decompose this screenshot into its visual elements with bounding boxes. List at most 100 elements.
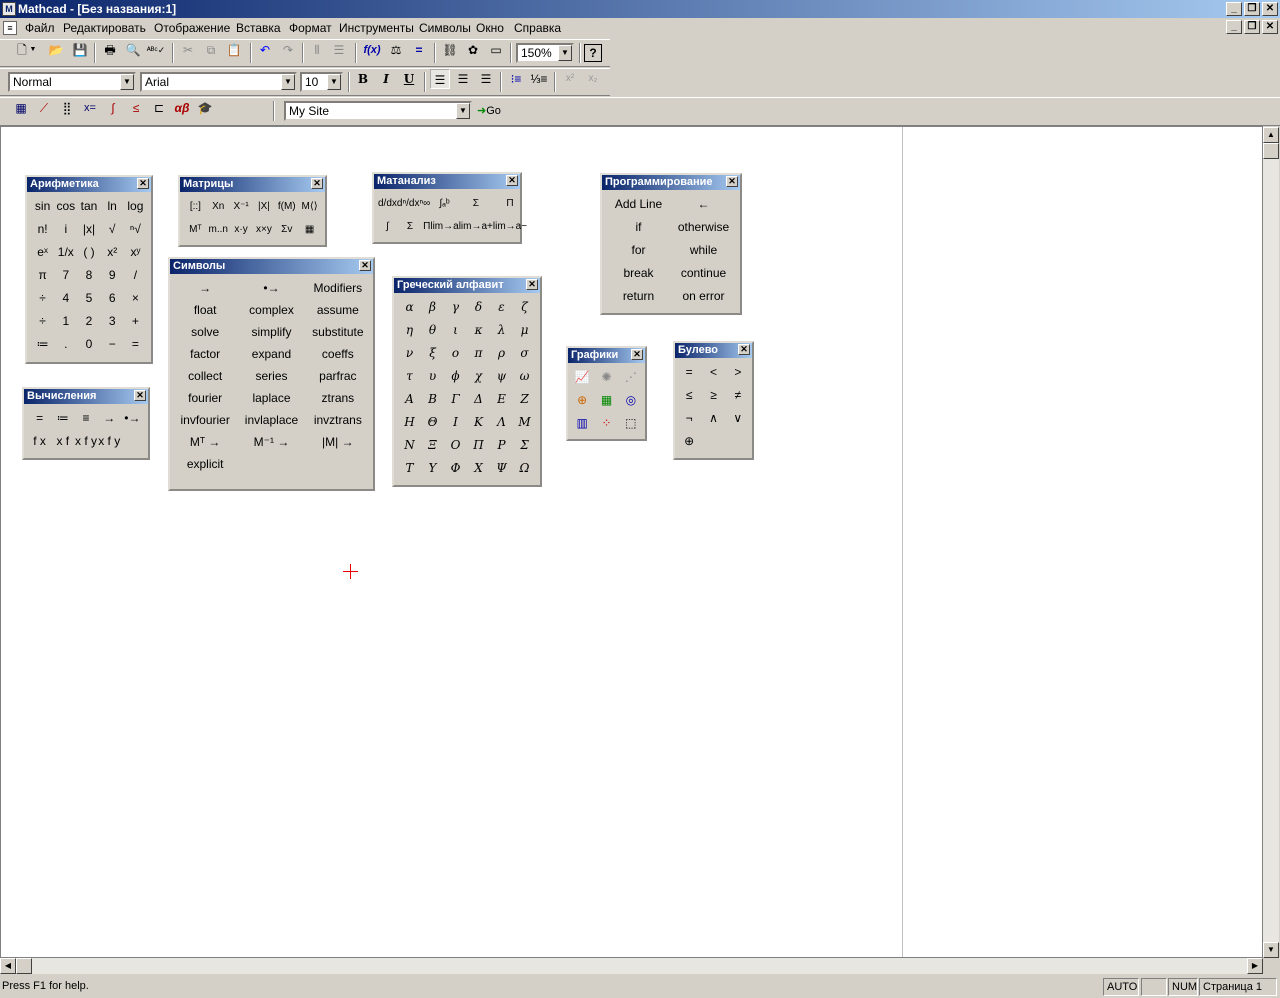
greek-button[interactable]: Ι — [444, 411, 467, 434]
align-down-icon[interactable]: ☰ — [329, 40, 349, 60]
arithmetic-button[interactable]: 2 — [77, 310, 100, 333]
evaluation-button[interactable]: x f y — [98, 430, 121, 453]
greek-button[interactable]: γ — [444, 296, 467, 319]
greek-button[interactable]: ξ — [421, 342, 444, 365]
calculus-button[interactable]: ∫ — [378, 215, 397, 238]
zoom-select[interactable]: 150% ▼ — [516, 43, 574, 63]
document-icon[interactable]: ≡ — [3, 21, 17, 35]
symbolic-toolbar-icon[interactable]: 🎓 — [195, 98, 215, 118]
programming-button[interactable]: if — [606, 216, 671, 239]
palette-title[interactable]: Греческий алфавит ✕ — [394, 278, 540, 293]
bullets-icon[interactable]: ⁝≡ — [506, 69, 526, 89]
close-icon[interactable]: ✕ — [137, 178, 149, 189]
symbols-button[interactable]: ztrans — [305, 387, 371, 409]
matrix-button[interactable]: [::] — [184, 195, 207, 218]
matrix-button[interactable]: X⁻¹ — [230, 195, 253, 218]
calculus-button[interactable]: Σ — [397, 215, 423, 238]
calculator-toolbar-icon[interactable]: ▦ — [11, 98, 31, 118]
arithmetic-button[interactable]: 5 — [77, 287, 100, 310]
arithmetic-button[interactable]: ( ) — [77, 241, 100, 264]
bold-button[interactable]: B — [353, 69, 373, 89]
programming-button[interactable]: continue — [671, 262, 736, 285]
greek-button[interactable]: β — [421, 296, 444, 319]
greek-button[interactable]: α — [398, 296, 421, 319]
arithmetic-button[interactable]: log — [124, 195, 147, 218]
matrix-button[interactable]: m..n — [207, 218, 230, 241]
cut-icon[interactable]: ✂ — [178, 40, 198, 60]
arithmetic-button[interactable]: π — [31, 264, 54, 287]
programming-toolbar-icon[interactable]: ⊏ — [149, 98, 169, 118]
insert-function-icon[interactable]: f(x) — [362, 40, 382, 60]
greek-button[interactable]: χ — [467, 365, 490, 388]
greek-button[interactable]: λ — [490, 319, 513, 342]
programming-button[interactable]: ← — [671, 193, 736, 216]
scroll-right-icon[interactable]: ▶ — [1247, 958, 1263, 974]
greek-button[interactable]: ζ — [513, 296, 536, 319]
menu-file[interactable]: Файл — [25, 21, 55, 35]
greek-button[interactable]: Α — [398, 388, 421, 411]
close-icon[interactable]: ✕ — [359, 260, 371, 271]
doc-close-button[interactable]: ✕ — [1262, 20, 1278, 34]
greek-button[interactable]: π — [467, 342, 490, 365]
greek-button[interactable]: Η — [398, 411, 421, 434]
greek-button[interactable]: τ — [398, 365, 421, 388]
symbols-button[interactable]: parfrac — [305, 365, 371, 387]
arithmetic-button[interactable]: 4 — [54, 287, 77, 310]
arithmetic-button[interactable]: − — [101, 333, 124, 356]
palette-title[interactable]: Арифметика ✕ — [27, 177, 151, 192]
symbols-button[interactable]: solve — [172, 321, 238, 343]
subscript-icon[interactable]: x₂ — [583, 69, 603, 89]
greek-button[interactable]: Μ — [513, 411, 536, 434]
close-icon[interactable]: ✕ — [726, 176, 738, 187]
boolean-toolbar-icon[interactable]: ≤ — [126, 98, 146, 118]
site-select[interactable]: My Site ▼ — [284, 101, 472, 121]
greek-button[interactable]: κ — [467, 319, 490, 342]
greek-button[interactable]: Β — [421, 388, 444, 411]
greek-button[interactable]: Ζ — [513, 388, 536, 411]
arithmetic-button[interactable]: 8 — [77, 264, 100, 287]
chevron-down-icon[interactable]: ▼ — [456, 103, 470, 119]
greek-button[interactable]: Ψ — [490, 457, 513, 480]
run-script-icon[interactable]: ▭ — [486, 40, 506, 60]
evaluation-button[interactable]: → — [98, 407, 121, 430]
calculus-button[interactable]: d/dx — [378, 192, 397, 215]
greek-button[interactable]: ρ — [490, 342, 513, 365]
symbols-button[interactable]: explicit — [172, 453, 238, 475]
arithmetic-button[interactable]: 0 — [77, 333, 100, 356]
symbols-button[interactable]: coeffs — [305, 343, 371, 365]
italic-button[interactable]: I — [376, 69, 396, 89]
programming-button[interactable]: otherwise — [671, 216, 736, 239]
insert-unit-icon[interactable]: ⚖ — [386, 40, 406, 60]
calculus-button[interactable]: lim→a — [430, 215, 458, 238]
close-icon[interactable]: ✕ — [311, 178, 323, 189]
scroll-down-icon[interactable]: ▼ — [1263, 942, 1279, 958]
align-right-icon[interactable]: ☰ — [476, 69, 496, 89]
boolean-button[interactable]: > — [726, 361, 750, 384]
symbols-button[interactable]: •→ — [238, 277, 304, 299]
greek-button[interactable]: ι — [444, 319, 467, 342]
3d-scatter-icon[interactable]: ⬚ — [619, 412, 643, 435]
scroll-up-icon[interactable]: ▲ — [1263, 127, 1279, 143]
close-icon[interactable]: ✕ — [631, 349, 643, 360]
print-icon[interactable]: 🖶 — [100, 40, 120, 60]
superscript-icon[interactable]: x² — [560, 69, 580, 89]
programming-button[interactable]: on error — [671, 285, 736, 308]
menu-edit[interactable]: Редактировать — [63, 21, 146, 35]
vertical-scroll-thumb[interactable] — [1263, 143, 1279, 159]
palette-title[interactable]: Вычисления ✕ — [24, 389, 148, 404]
calculus-button[interactable]: ∞ — [423, 192, 430, 215]
align-across-icon[interactable]: ⫴ — [307, 40, 327, 60]
print-preview-icon[interactable]: 🔍 — [123, 40, 143, 60]
arithmetic-button[interactable]: ⁿ√ — [124, 218, 147, 241]
arithmetic-button[interactable]: √ — [101, 218, 124, 241]
font-select[interactable]: Arial ▼ — [140, 72, 297, 92]
boolean-button[interactable]: ≠ — [726, 384, 750, 407]
evaluation-toolbar-icon[interactable]: x= — [80, 98, 100, 118]
menu-window[interactable]: Окно — [476, 21, 504, 35]
matrix-button[interactable]: Mᵀ — [184, 218, 207, 241]
greek-button[interactable]: ε — [490, 296, 513, 319]
evaluation-button[interactable]: x f — [51, 430, 74, 453]
greek-button[interactable]: Θ — [421, 411, 444, 434]
arithmetic-button[interactable]: + — [124, 310, 147, 333]
greek-button[interactable]: ψ — [490, 365, 513, 388]
